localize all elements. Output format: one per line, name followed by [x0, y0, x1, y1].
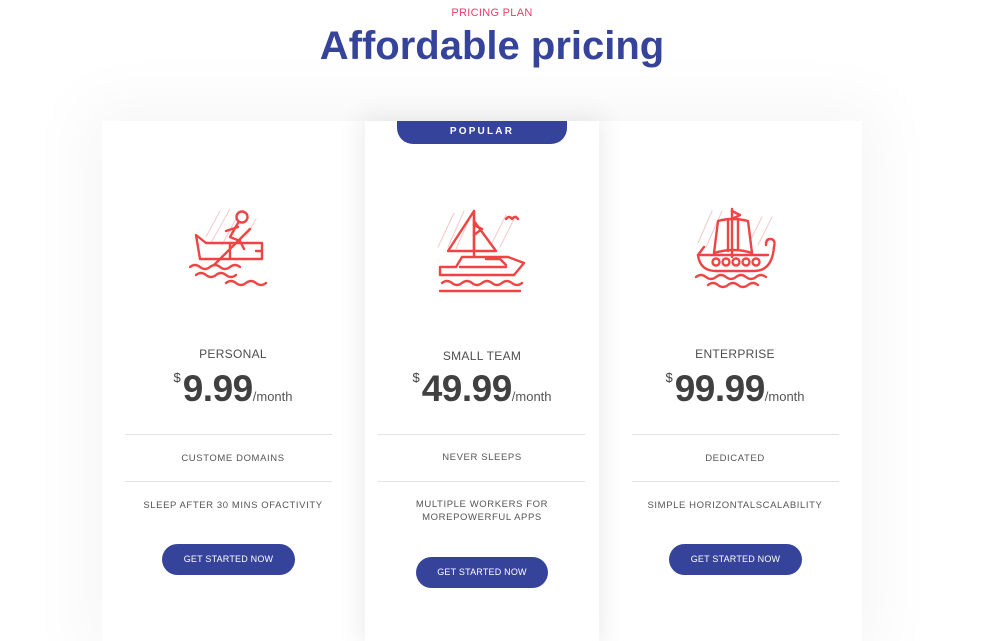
divider	[632, 481, 839, 482]
feature-item: SLEEP AFTER 30 MINS OFACTIVITY	[143, 500, 323, 511]
plan-name: SMALL TEAM	[442, 349, 522, 363]
currency-symbol: $	[665, 370, 673, 385]
get-started-button-small-team[interactable]: GET STARTED NOW	[416, 557, 548, 588]
price-amount: 49.99	[421, 368, 513, 409]
divider	[378, 434, 585, 435]
plan-price: $49.99/month	[365, 368, 599, 410]
divider	[125, 434, 332, 435]
feature-item: SIMPLE HORIZONTALSCALABILITY	[647, 500, 823, 511]
feature-item: CUSTOME DOMAINS	[181, 453, 285, 464]
popular-badge: POPULAR	[397, 121, 567, 144]
rowboat-icon	[188, 208, 268, 287]
feature-item: NEVER SLEEPS	[442, 452, 522, 463]
sailboat-yacht-icon	[437, 209, 526, 293]
divider	[378, 481, 585, 482]
price-period: /month	[511, 389, 552, 404]
page-title: Affordable pricing	[319, 24, 665, 68]
price-period: /month	[252, 389, 293, 404]
price-amount: 9.99	[182, 368, 254, 409]
get-started-button-enterprise[interactable]: GET STARTED NOW	[669, 544, 802, 575]
plan-name: PERSONAL	[199, 347, 267, 361]
price-amount: 99.99	[674, 368, 766, 409]
price-period: /month	[764, 389, 805, 404]
feature-item: DEDICATED	[705, 453, 765, 464]
plan-name: ENTERPRISE	[695, 347, 775, 361]
feature-item: MULTIPLE WORKERS FOR MOREPOWERFUL APPS	[415, 499, 549, 523]
currency-symbol: $	[412, 370, 420, 385]
plan-price: $9.99/month	[102, 368, 364, 410]
divider	[125, 481, 332, 482]
currency-symbol: $	[173, 370, 181, 385]
divider	[632, 434, 839, 435]
eyebrow-label: PRICING PLAN	[451, 7, 533, 19]
get-started-button-personal[interactable]: GET STARTED NOW	[162, 544, 295, 575]
plan-price: $99.99/month	[600, 368, 870, 410]
viking-ship-icon	[694, 207, 776, 289]
